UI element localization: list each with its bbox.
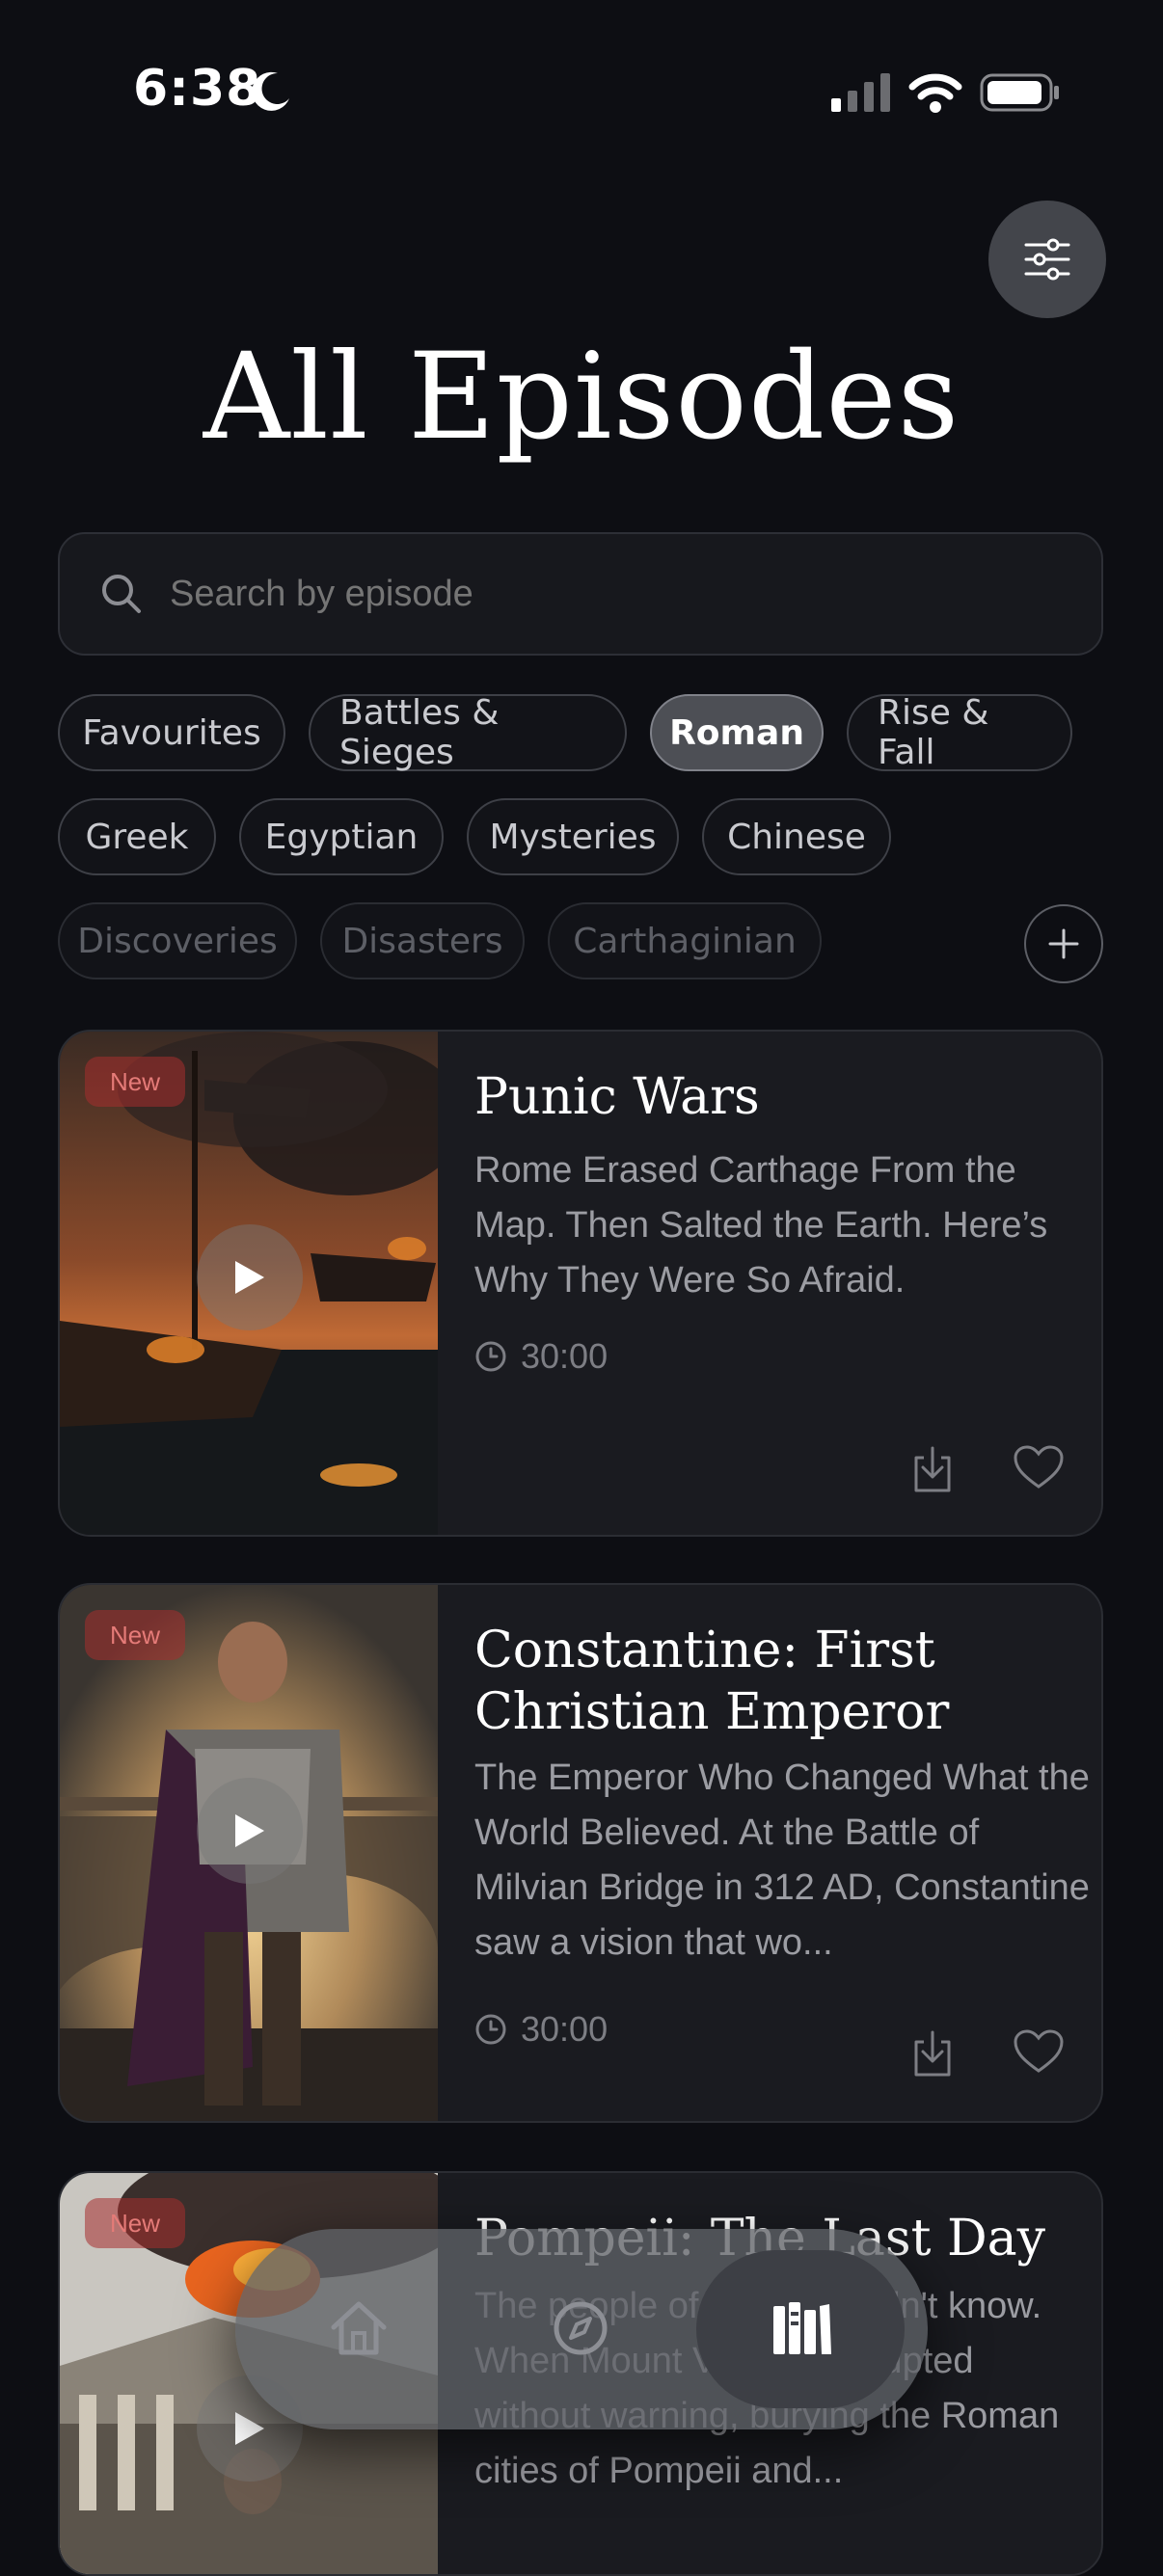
new-badge: New [85, 2198, 185, 2248]
episode-duration: 30:00 [474, 2009, 608, 2050]
heart-icon[interactable] [1013, 2028, 1065, 2075]
play-icon [235, 1814, 264, 1847]
chip-mysteries[interactable]: Mysteries [467, 798, 679, 875]
episode-thumbnail: New [60, 1585, 438, 2121]
play-icon [235, 2412, 264, 2445]
chip-egyptian[interactable]: Egyptian [239, 798, 444, 875]
wifi-icon [908, 73, 962, 113]
status-time: 6:38 [133, 60, 262, 118]
moon-icon [252, 71, 289, 111]
library-icon[interactable] [771, 2300, 833, 2356]
chip-rise-fall[interactable]: Rise & Fall [847, 693, 1072, 772]
play-button[interactable] [197, 1224, 303, 1330]
duration-text: 30:00 [521, 1336, 609, 1376]
play-icon [235, 1261, 264, 1294]
compass-icon[interactable] [552, 2299, 609, 2357]
episode-description: The Emperor Who Changed What the World B… [474, 1758, 1090, 1963]
page-title: All Episodes [203, 328, 960, 467]
download-icon[interactable] [910, 2028, 955, 2079]
episode-title: Punic Wars [474, 1068, 760, 1126]
heart-icon[interactable] [1013, 1444, 1065, 1490]
home-icon[interactable] [330, 2300, 388, 2356]
play-button[interactable] [197, 1778, 303, 1884]
clock-icon [475, 1341, 506, 1372]
chip-battles-sieges[interactable]: Battles & Sieges [309, 693, 627, 772]
filter-button[interactable] [988, 201, 1106, 318]
sliders-icon [1024, 238, 1070, 281]
chip-favourites[interactable]: Favourites [58, 694, 285, 771]
episode-title: Constantine: First Christian Emperor [474, 1622, 950, 1741]
episode-duration: 30:00 [474, 1336, 608, 1377]
episode-card[interactable]: New Punic Wars Rome Erased Carthage From… [58, 1030, 1103, 1537]
chip-disasters[interactable]: Disasters [320, 902, 525, 979]
chip-greek[interactable]: Greek [58, 798, 216, 875]
search-bar[interactable] [58, 532, 1103, 656]
chip-roman[interactable]: Roman [650, 694, 824, 771]
new-badge: New [85, 1057, 185, 1107]
download-icon[interactable] [910, 1444, 955, 1494]
episode-description: Rome Erased Carthage From the Map. Then … [474, 1150, 1048, 1301]
new-badge: New [85, 1610, 185, 1660]
chip-discoveries[interactable]: Discoveries [58, 902, 297, 979]
episode-thumbnail: New [60, 1032, 438, 1535]
chip-chinese[interactable]: Chinese [702, 798, 891, 875]
signal-icon [831, 73, 890, 112]
add-category-button[interactable] [1024, 904, 1103, 983]
clock-icon [475, 2014, 506, 2045]
search-icon [102, 575, 141, 613]
episode-card[interactable]: New Constantine: First Christian Emperor… [58, 1583, 1103, 2123]
battery-icon [980, 73, 1059, 112]
chip-carthaginian[interactable]: Carthaginian [548, 902, 822, 979]
plus-icon [1048, 928, 1079, 959]
search-input[interactable] [168, 572, 1040, 616]
duration-text: 30:00 [521, 2009, 609, 2049]
